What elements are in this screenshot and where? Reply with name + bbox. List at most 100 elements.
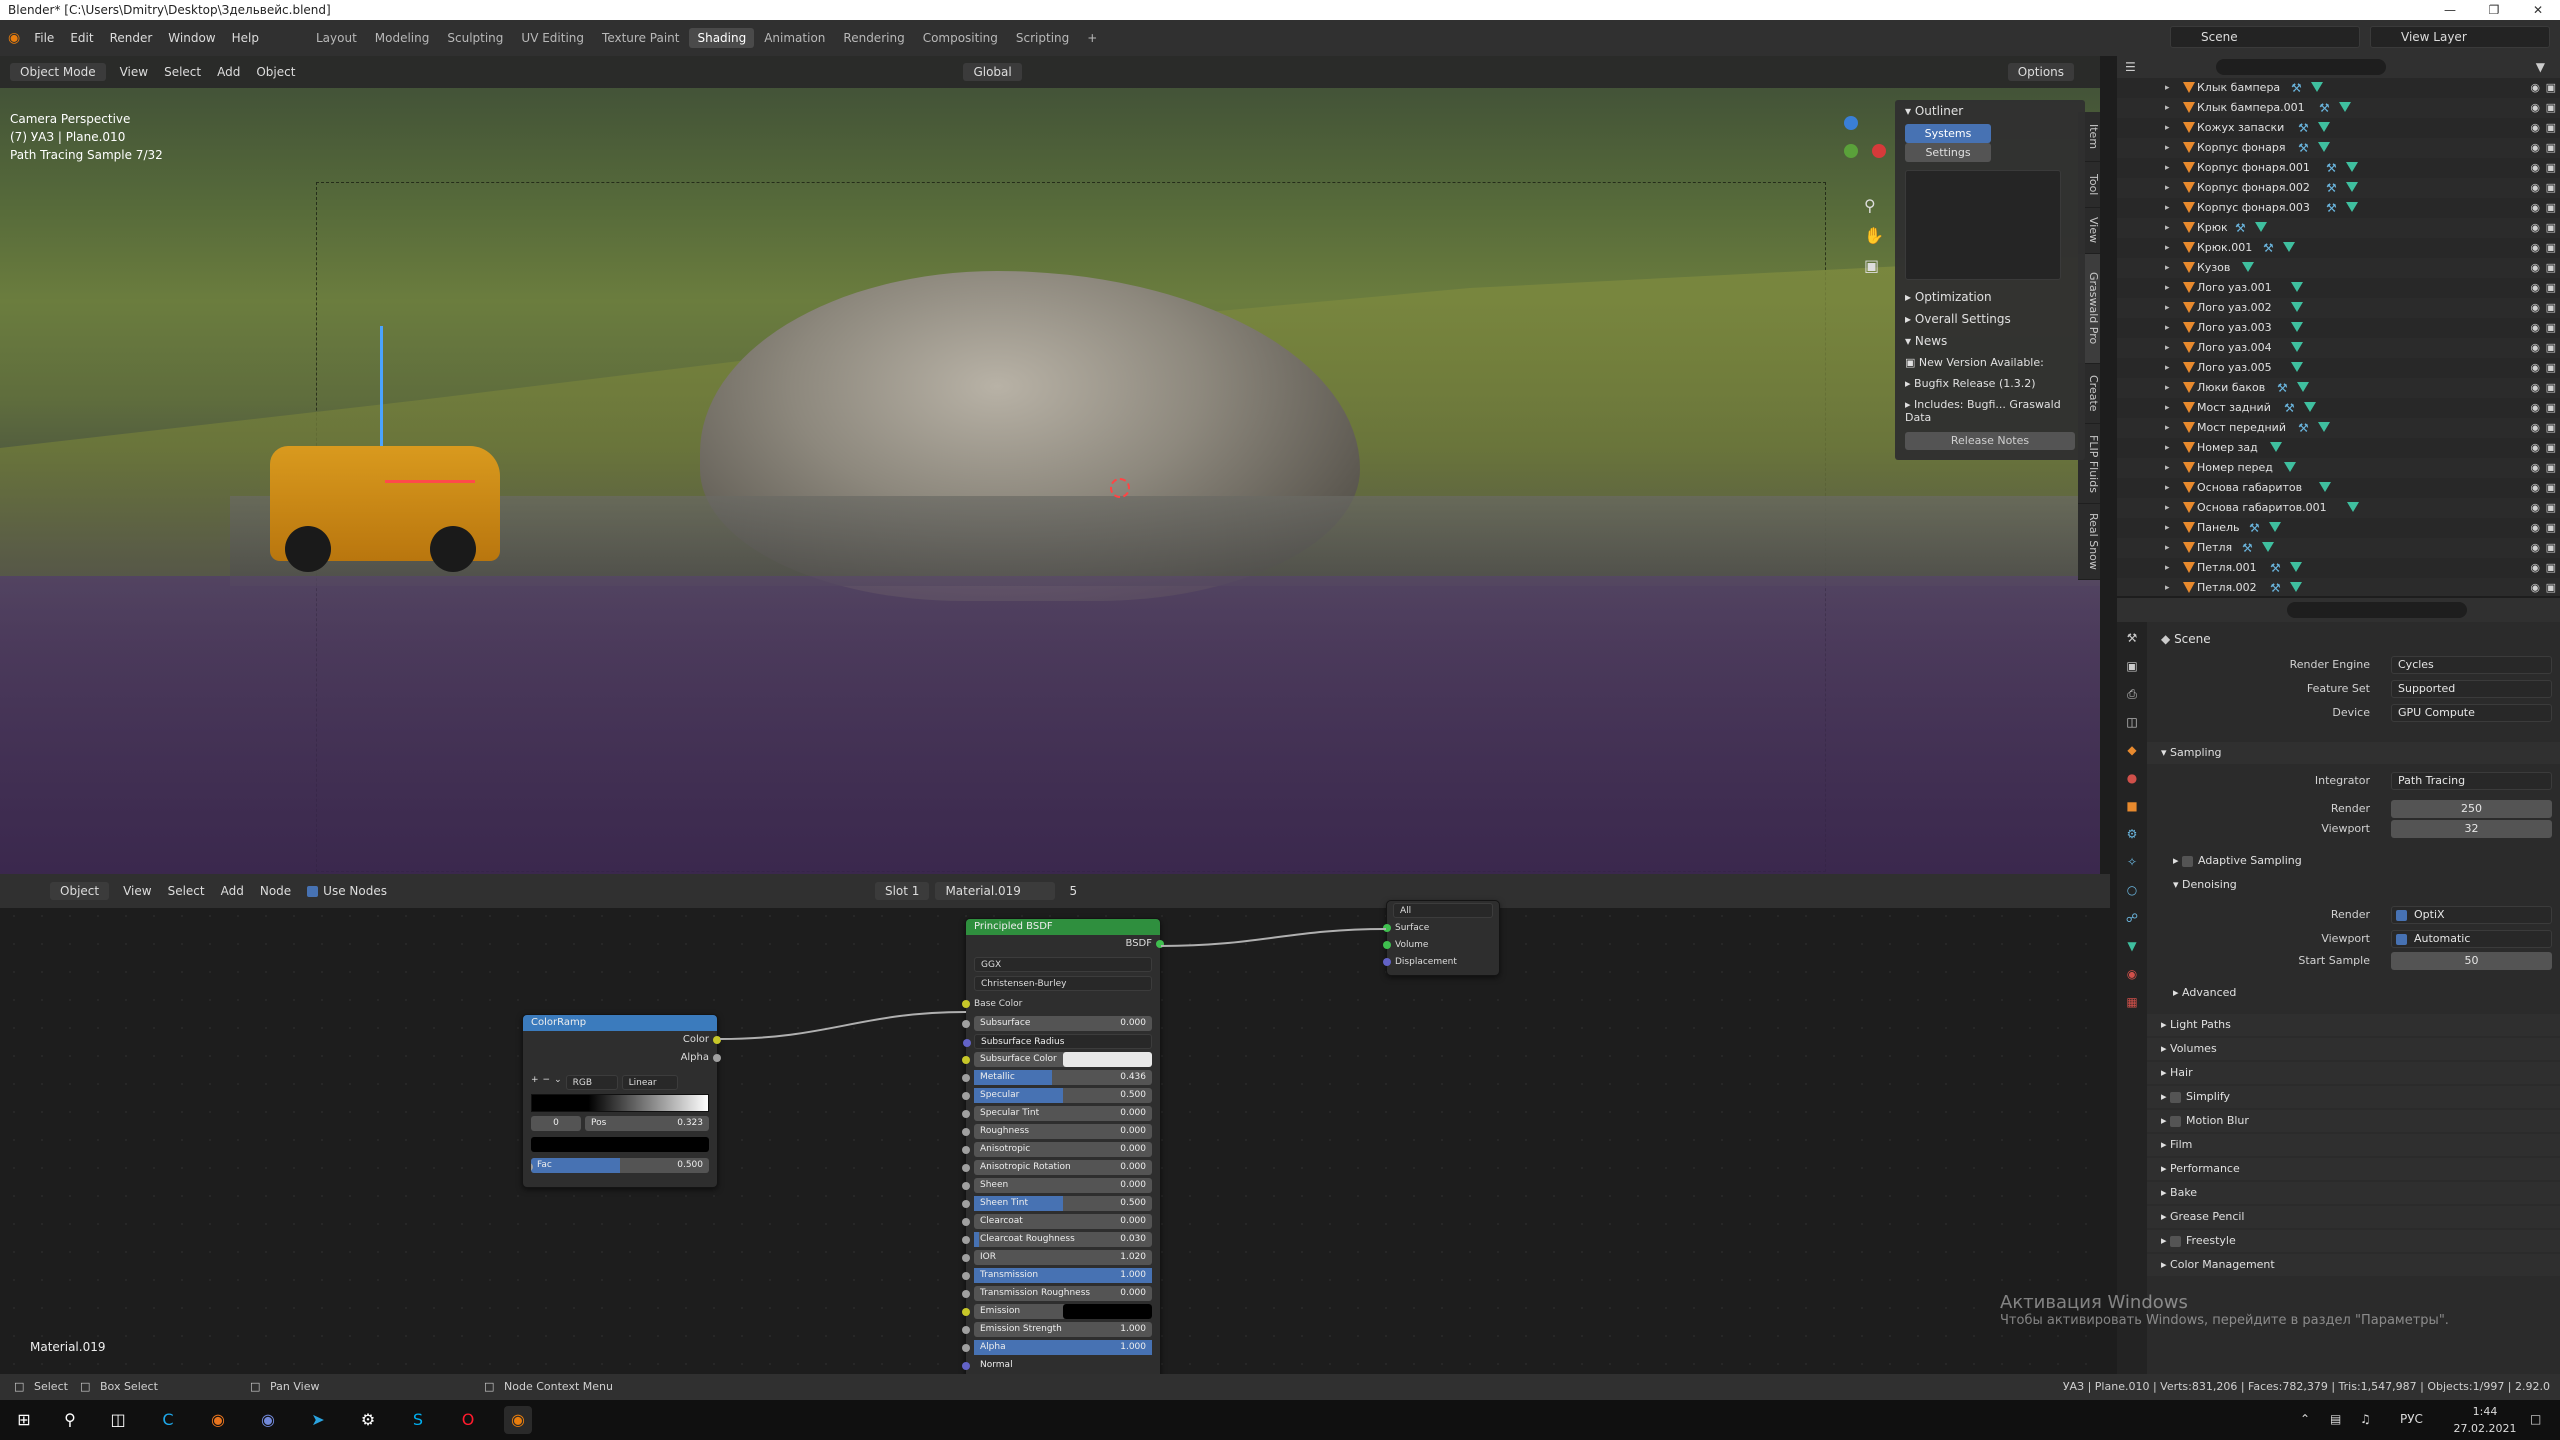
outliner-item[interactable]: ▸ Лого уаз.002 ◉ ▣ xyxy=(2117,298,2560,318)
outliner-item[interactable]: ▸ Петля.002 ⚒ ◉ ▣ xyxy=(2117,578,2560,596)
visibility-eye-icon[interactable]: ◉ xyxy=(2530,378,2540,398)
section-optimization[interactable]: ▸ Optimization xyxy=(1895,286,2085,308)
panel-hair[interactable]: ▸ Hair xyxy=(2147,1062,2560,1084)
ne-menu-select[interactable]: Select xyxy=(160,882,213,900)
material-selector[interactable]: Material.019 xyxy=(935,882,1056,900)
view-layer-selector[interactable]: View Layer xyxy=(2370,26,2550,48)
modifier-icon[interactable]: ⚒ xyxy=(2298,138,2309,158)
vp-menu-add[interactable]: Add xyxy=(209,63,248,81)
mesh-data-icon[interactable] xyxy=(2291,362,2303,372)
interpolation-dropdown[interactable]: Linear xyxy=(621,1075,678,1090)
mesh-data-icon[interactable] xyxy=(2270,442,2282,452)
colorramp-node[interactable]: ColorRamp Color Alpha + − ⌄ RGB Linear 0… xyxy=(522,1014,721,1188)
visibility-eye-icon[interactable]: ◉ xyxy=(2530,418,2540,438)
texture-tab-icon[interactable]: ▦ xyxy=(2120,990,2144,1014)
modifier-icon[interactable]: ⚒ xyxy=(2319,98,2330,118)
notification-icon[interactable]: □ xyxy=(2530,1412,2541,1426)
render-visibility-icon[interactable]: ▣ xyxy=(2546,578,2556,596)
expand-icon[interactable]: ▸ xyxy=(2165,358,2170,378)
render-visibility-icon[interactable]: ▣ xyxy=(2546,458,2556,478)
bsdf-input-roughness[interactable]: Roughness 0.000 xyxy=(962,1124,1152,1139)
panel-performance[interactable]: ▸ Performance xyxy=(2147,1158,2560,1180)
skype-icon[interactable]: S xyxy=(404,1406,432,1434)
bsdf-input-specular[interactable]: Specular 0.500 xyxy=(962,1088,1152,1103)
socket-icon[interactable] xyxy=(962,1146,970,1154)
outliner-item[interactable]: ▸ Кожух запаски ⚒ ◉ ▣ xyxy=(2117,118,2560,138)
mesh-data-icon[interactable] xyxy=(2304,402,2316,412)
expand-icon[interactable]: ▸ xyxy=(2165,298,2170,318)
panel-simplify[interactable]: ▸ Simplify xyxy=(2147,1086,2560,1108)
expand-icon[interactable]: ▸ xyxy=(2165,338,2170,358)
mesh-data-icon[interactable] xyxy=(2255,222,2267,232)
socket-icon[interactable] xyxy=(962,1020,970,1028)
tab-shading[interactable]: Shading xyxy=(689,28,755,48)
denoising-header[interactable]: ▾ Denoising xyxy=(2147,874,2560,896)
device-dropdown[interactable]: GPU Compute xyxy=(2391,704,2552,722)
render-visibility-icon[interactable]: ▣ xyxy=(2546,238,2556,258)
socket-icon[interactable] xyxy=(962,1056,970,1064)
shader-type-dropdown[interactable]: Object xyxy=(50,882,110,900)
expand-icon[interactable]: ▸ xyxy=(2165,78,2170,98)
render-visibility-icon[interactable]: ▣ xyxy=(2546,158,2556,178)
outliner-item[interactable]: ▸ Номер зад ◉ ▣ xyxy=(2117,438,2560,458)
physics-tab-icon[interactable]: ○ xyxy=(2120,878,2144,902)
checkbox-icon[interactable] xyxy=(2396,910,2407,921)
socket-icon[interactable] xyxy=(962,1182,970,1190)
menu-help[interactable]: Help xyxy=(224,31,267,45)
socket-icon[interactable] xyxy=(962,1164,970,1172)
sidetab-real-snow[interactable]: Real Snow xyxy=(2078,504,2100,580)
tab-rendering[interactable]: Rendering xyxy=(835,28,912,48)
expand-icon[interactable]: ▸ xyxy=(2165,538,2170,558)
zoom-icon[interactable]: ⚲ xyxy=(1864,196,1876,215)
visibility-eye-icon[interactable]: ◉ xyxy=(2530,318,2540,338)
systems-list[interactable] xyxy=(1905,170,2061,280)
principled-bsdf-node[interactable]: Principled BSDF BSDF GGX Christensen-Bur… xyxy=(962,918,1164,1374)
bsdf-input-subsurface-color[interactable]: Subsurface Color xyxy=(962,1052,1152,1067)
taskbar-clock[interactable]: 1:44 27.02.2021 xyxy=(2450,1403,2520,1437)
visibility-eye-icon[interactable]: ◉ xyxy=(2530,438,2540,458)
checkbox-icon[interactable] xyxy=(2182,855,2194,867)
restore-icon[interactable]: ❐ xyxy=(2472,0,2516,20)
mesh-data-icon[interactable] xyxy=(2291,282,2303,292)
mesh-data-icon[interactable] xyxy=(2318,422,2330,432)
vp-menu-object[interactable]: Object xyxy=(248,63,303,81)
socket-icon[interactable] xyxy=(963,1039,971,1047)
socket-icon[interactable] xyxy=(962,1290,970,1298)
outliner-item[interactable]: ▸ Корпус фонаря ⚒ ◉ ▣ xyxy=(2117,138,2560,158)
visibility-eye-icon[interactable]: ◉ xyxy=(2530,178,2540,198)
mesh-data-icon[interactable] xyxy=(2284,462,2296,472)
constraints-tab-icon[interactable]: ☍ xyxy=(2120,906,2144,930)
visibility-eye-icon[interactable]: ◉ xyxy=(2530,498,2540,518)
discord-icon[interactable]: ◉ xyxy=(254,1406,282,1434)
mesh-data-icon[interactable] xyxy=(2242,262,2254,272)
blender-taskbar-icon[interactable]: ◉ xyxy=(504,1406,532,1434)
axis-z-icon[interactable] xyxy=(1844,116,1858,130)
render-visibility-icon[interactable]: ▣ xyxy=(2546,498,2556,518)
editor-type-icon[interactable]: ☰ xyxy=(2125,60,2136,74)
outliner-item[interactable]: ▸ Лого уаз.005 ◉ ▣ xyxy=(2117,358,2560,378)
outliner-item[interactable]: ▸ Мост задний ⚒ ◉ ▣ xyxy=(2117,398,2560,418)
mesh-data-icon[interactable] xyxy=(2290,562,2302,572)
socket-icon[interactable] xyxy=(713,1036,721,1044)
world-tab-icon[interactable]: ● xyxy=(2120,766,2144,790)
steam-icon[interactable]: ⚙ xyxy=(354,1406,382,1434)
socket-icon[interactable] xyxy=(1383,941,1391,949)
socket-icon[interactable] xyxy=(962,1308,970,1316)
visibility-eye-icon[interactable]: ◉ xyxy=(2530,558,2540,578)
tab-settings-np[interactable]: Settings xyxy=(1905,143,1991,162)
visibility-eye-icon[interactable]: ◉ xyxy=(2530,198,2540,218)
distribution-dropdown[interactable]: GGX xyxy=(974,957,1152,972)
mesh-data-icon[interactable] xyxy=(2283,242,2295,252)
bsdf-input-ior[interactable]: IOR 1.020 xyxy=(962,1250,1152,1265)
feature-set-dropdown[interactable]: Supported xyxy=(2391,680,2552,698)
mesh-data-icon[interactable] xyxy=(2311,82,2323,92)
remove-stop-icon[interactable]: − xyxy=(543,1075,551,1090)
opera-icon[interactable]: O xyxy=(454,1406,482,1434)
outliner[interactable]: ☰ ▼ ▸ Клык бампера ⚒ ◉ ▣ ▸ Клык бампера.001 ⚒ ◉ ▣… xyxy=(2117,56,2560,596)
tab-modeling[interactable]: Modeling xyxy=(367,28,438,48)
bsdf-input-subsurface[interactable]: Subsurface 0.000 xyxy=(962,1016,1152,1031)
expand-icon[interactable]: ▸ xyxy=(2165,138,2170,158)
minimize-icon[interactable]: — xyxy=(2428,0,2472,20)
mesh-data-icon[interactable] xyxy=(2291,342,2303,352)
menu-edit[interactable]: Edit xyxy=(62,31,101,45)
